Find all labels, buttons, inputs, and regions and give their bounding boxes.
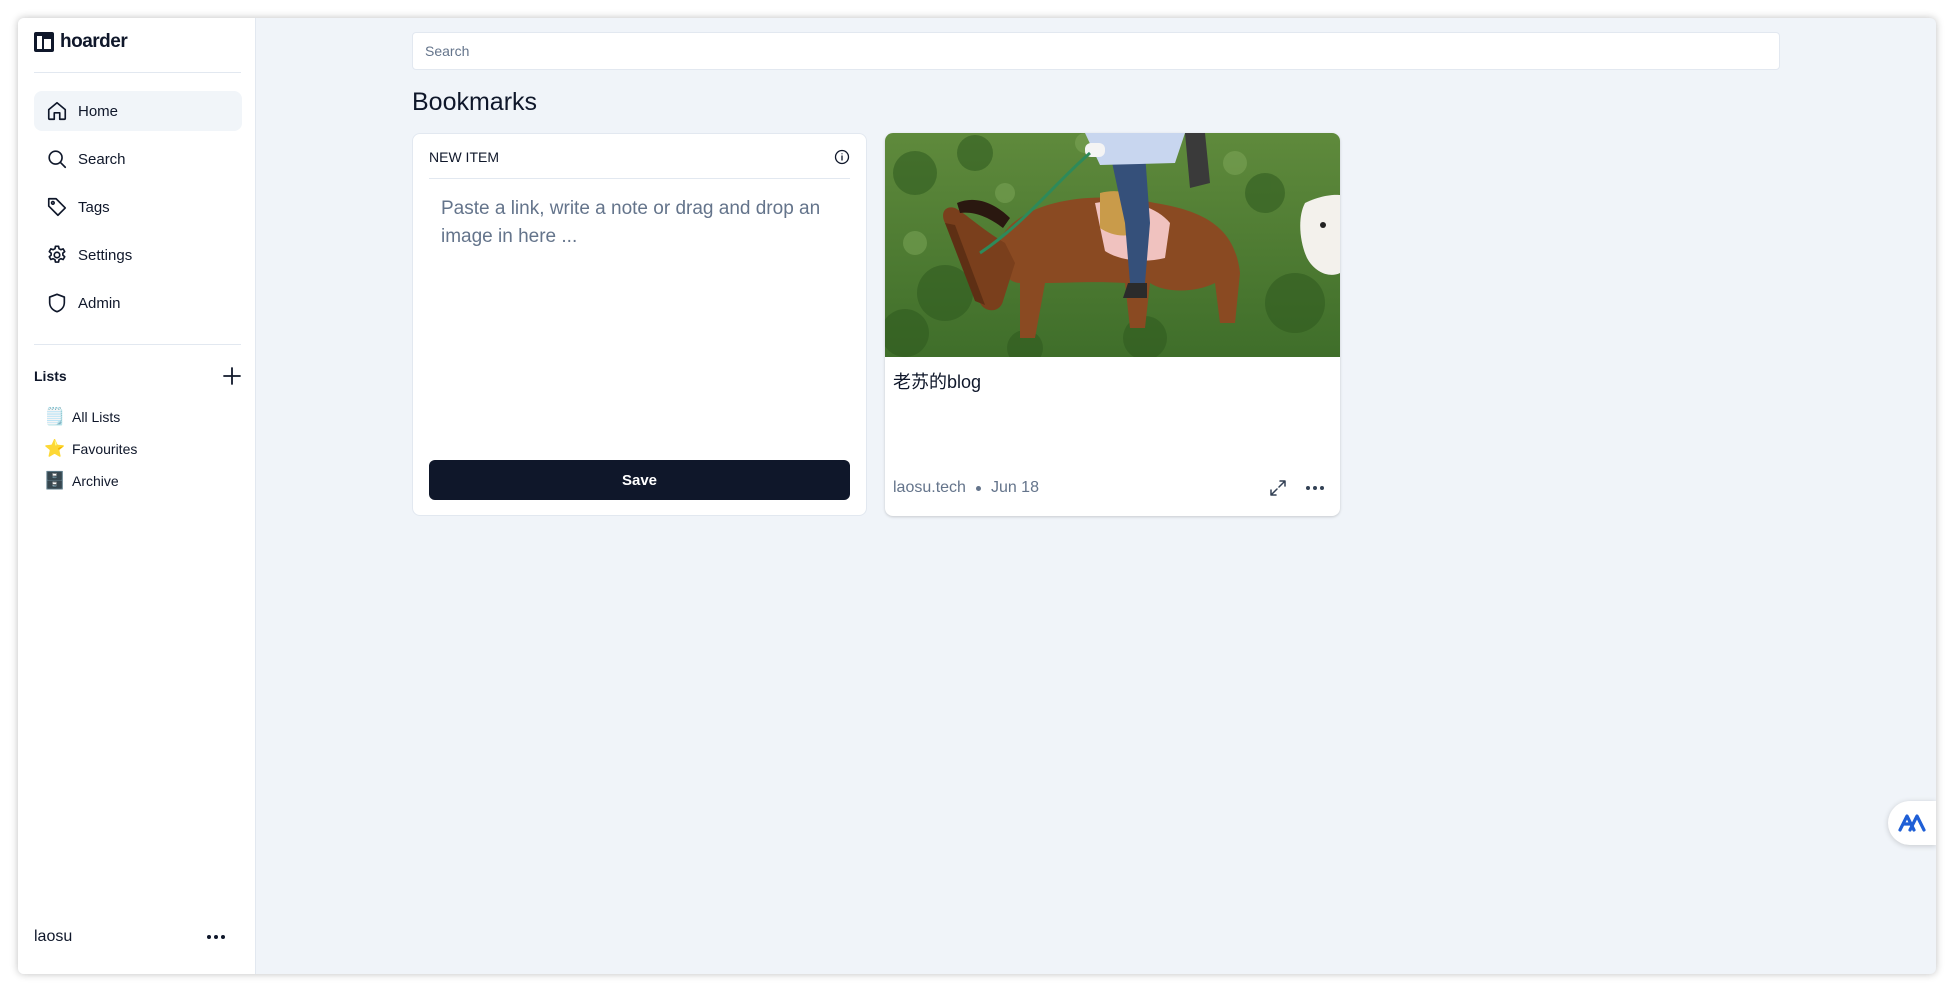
bookmark-footer: laosu.tech Jun 18 — [893, 478, 1328, 498]
bookmark-more-button[interactable] — [1302, 482, 1328, 494]
notepad-icon: 🗒️ — [44, 407, 66, 426]
app-window: hoarder Home Search Tags Settings Admin … — [18, 18, 1936, 974]
lists: 🗒️ All Lists ⭐ Favourites 🗄️ Archive — [44, 401, 244, 497]
sidebar-nav: Home Search Tags Settings Admin — [34, 91, 242, 331]
sidebar: hoarder Home Search Tags Settings Admin … — [18, 18, 256, 974]
lists-title: Lists — [34, 368, 67, 384]
file-cabinet-icon: 🗄️ — [44, 471, 66, 490]
star-icon: ⭐ — [44, 439, 66, 458]
sidebar-item-search[interactable]: Search — [34, 139, 242, 179]
sidebar-divider — [34, 72, 241, 73]
dot-icon — [1313, 486, 1317, 490]
bookmark-actions — [1268, 478, 1328, 498]
sidebar-item-admin[interactable]: Admin — [34, 283, 242, 323]
plus-icon — [223, 367, 241, 385]
sidebar-item-home[interactable]: Home — [34, 91, 242, 131]
sidebar-item-tags[interactable]: Tags — [34, 187, 242, 227]
bookmark-card[interactable]: 老苏的blog laosu.tech Jun 18 — [885, 133, 1340, 516]
home-icon — [47, 101, 67, 121]
sidebar-divider — [34, 344, 241, 345]
floating-assistant-button[interactable] — [1888, 801, 1936, 845]
sidebar-item-label: Home — [78, 102, 119, 120]
app-name: hoarder — [60, 31, 128, 52]
dot-icon — [207, 935, 211, 939]
tag-icon — [47, 197, 67, 217]
assistant-logo-icon — [1898, 814, 1926, 832]
new-item-title: NEW ITEM — [429, 149, 499, 165]
bookmark-date: Jun 18 — [990, 479, 1039, 496]
dot-icon — [221, 935, 225, 939]
list-item-archive[interactable]: 🗄️ Archive — [44, 465, 244, 497]
bookmark-meta: laosu.tech Jun 18 — [893, 479, 1039, 497]
bookmark-title[interactable]: 老苏的blog — [893, 368, 981, 394]
user-menu-button[interactable] — [203, 931, 229, 943]
list-item-all-lists[interactable]: 🗒️ All Lists — [44, 401, 244, 433]
info-icon[interactable] — [834, 149, 850, 165]
username: laosu — [34, 928, 73, 945]
search-icon — [48, 150, 67, 169]
user-row: laosu — [34, 928, 229, 946]
list-item-label: Favourites — [72, 441, 138, 457]
search-input[interactable] — [412, 32, 1780, 70]
add-list-button[interactable] — [222, 366, 242, 386]
bookmark-domain-link[interactable]: laosu.tech — [893, 479, 966, 497]
hoarder-logo-icon — [34, 32, 54, 52]
dot-icon — [1306, 486, 1310, 490]
sidebar-item-label: Tags — [78, 198, 110, 216]
separator-dot — [975, 485, 981, 491]
list-item-label: All Lists — [72, 409, 121, 425]
new-item-textarea[interactable] — [429, 191, 850, 455]
expand-icon[interactable] — [1268, 478, 1288, 498]
sidebar-item-label: Settings — [78, 246, 133, 264]
page-title: Bookmarks — [412, 88, 538, 116]
shield-icon — [48, 293, 66, 313]
brand[interactable]: hoarder — [34, 31, 128, 53]
new-item-header: NEW ITEM — [429, 134, 850, 179]
sidebar-item-settings[interactable]: Settings — [34, 235, 242, 275]
bookmark-preview-image[interactable] — [885, 133, 1340, 357]
lists-header: Lists — [34, 366, 242, 386]
list-item-label: Archive — [72, 473, 119, 489]
gear-icon — [48, 245, 66, 263]
new-item-card: NEW ITEM Save — [412, 133, 867, 516]
dot-icon — [214, 935, 218, 939]
list-item-favourites[interactable]: ⭐ Favourites — [44, 433, 244, 465]
sidebar-item-label: Admin — [78, 294, 121, 312]
main-content: Bookmarks NEW ITEM Save — [256, 18, 1936, 974]
sidebar-item-label: Search — [78, 150, 126, 168]
dot-icon — [1320, 486, 1324, 490]
save-button[interactable]: Save — [429, 460, 850, 500]
